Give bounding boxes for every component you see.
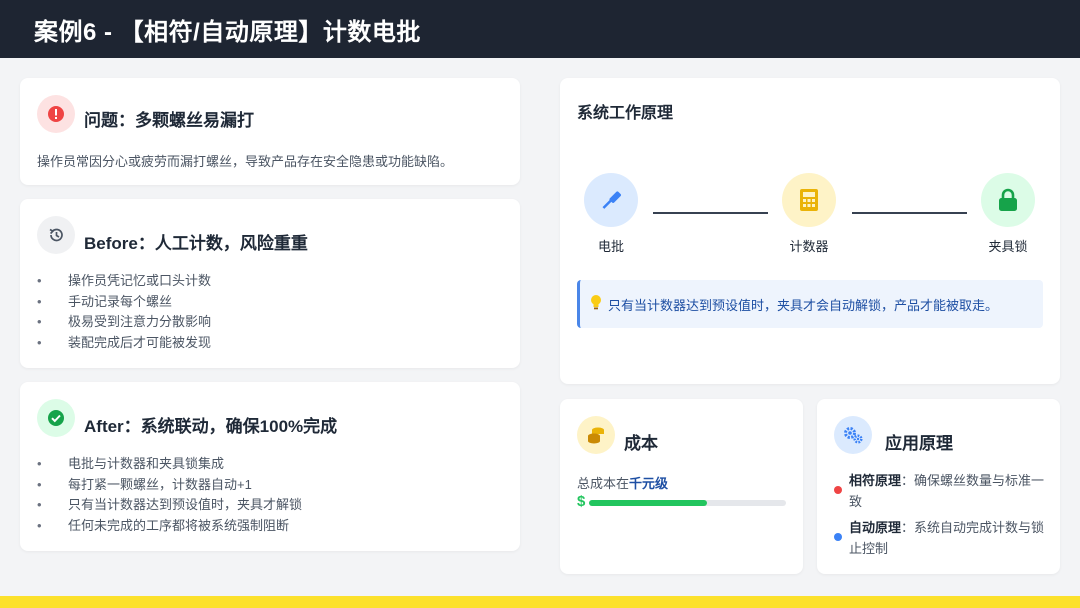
list-item: 手动记录每个螺丝: [37, 292, 211, 313]
list-item: 装配完成后才可能被发现: [37, 333, 211, 354]
coins-icon: [577, 416, 615, 454]
connector-line: [852, 212, 967, 214]
system-note-text: 只有当计数器达到预设值时，夹具才会自动解锁，产品才能被取走。: [608, 297, 999, 313]
after-card: After：系统联动，确保100%完成 电批与计数器和夹具锁集成 每打紧一颗螺丝…: [20, 382, 520, 551]
alert-icon: [37, 95, 75, 133]
header: 案例6 - 【相符/自动原理】计数电批: [0, 0, 1080, 58]
principle-title: 应用原理: [885, 434, 953, 453]
principle-item: 自动原理：系统自动完成计数与锁止控制: [849, 520, 1045, 556]
problem-desc: 操作员常因分心或疲劳而漏打螺丝，导致产品存在安全隐患或功能缺陷。: [37, 154, 454, 169]
cost-progress-bar: [589, 500, 786, 506]
gears-icon: [834, 416, 872, 454]
system-note: 只有当计数器达到预设值时，夹具才会自动解锁，产品才能被取走。: [577, 280, 1043, 328]
principle-item: 相符原理：确保螺丝数量与标准一致: [849, 473, 1045, 509]
cost-text-highlight: 千元级: [629, 476, 669, 491]
lightbulb-icon: [590, 294, 602, 315]
cost-title: 成本: [624, 434, 658, 453]
before-list: 操作员凭记忆或口头计数 手动记录每个螺丝 极易受到注意力分散影响 装配完成后才可…: [37, 271, 211, 353]
check-circle-icon: [37, 399, 75, 437]
problem-title: 问题：多颗螺丝易漏打: [84, 111, 254, 130]
calculator-icon: [782, 173, 836, 227]
cost-card: 成本 总成本在千元级 $: [560, 399, 803, 574]
after-title: After：系统联动，确保100%完成: [84, 417, 338, 436]
list-item: 操作员凭记忆或口头计数: [37, 271, 211, 292]
list-item: 任何未完成的工序都将被系统强制阻断: [37, 516, 302, 537]
page-title: 案例6 - 【相符/自动原理】计数电批: [34, 19, 421, 46]
cost-progress-fill: [589, 500, 708, 506]
lock-icon: [981, 173, 1035, 227]
list-item: 每打紧一颗螺丝，计数器自动+1: [37, 475, 302, 496]
list-item: 极易受到注意力分散影响: [37, 312, 211, 333]
principle-card: 应用原理 相符原理：确保螺丝数量与标准一致 自动原理：系统自动完成计数与锁止控制: [817, 399, 1060, 574]
node-label-counter: 计数器: [789, 239, 829, 254]
history-icon: [37, 216, 75, 254]
connector-line: [653, 212, 768, 214]
cost-text: 总成本在千元级: [577, 473, 668, 492]
bullet-dot-red: [834, 486, 842, 494]
node-label-lock: 夹具锁: [988, 239, 1028, 254]
bullet-dot-blue: [834, 533, 842, 541]
principle-name: 相符原理: [849, 473, 902, 488]
list-item: 电批与计数器和夹具锁集成: [37, 454, 302, 475]
before-card: Before：人工计数，风险重重 操作员凭记忆或口头计数 手动记录每个螺丝 极易…: [20, 199, 520, 368]
before-title: Before：人工计数，风险重重: [84, 234, 308, 253]
bottom-accent-bar: [0, 596, 1080, 608]
screwdriver-icon: [584, 173, 638, 227]
node-label-screwdriver: 电批: [597, 239, 624, 254]
dollar-icon: $: [577, 493, 586, 510]
list-item: 只有当计数器达到预设值时，夹具才解锁: [37, 495, 302, 516]
after-list: 电批与计数器和夹具锁集成 每打紧一颗螺丝，计数器自动+1 只有当计数器达到预设值…: [37, 454, 302, 536]
system-title: 系统工作原理: [577, 105, 674, 122]
problem-card: 问题：多颗螺丝易漏打 操作员常因分心或疲劳而漏打螺丝，导致产品存在安全隐患或功能…: [20, 78, 520, 185]
cost-text-prefix: 总成本在: [577, 476, 630, 491]
system-card: 系统工作原理 电批 计数器 夹具锁 只有当计数器达到预设值时，夹具才会自动解锁，…: [560, 78, 1060, 384]
principle-name: 自动原理: [849, 520, 902, 535]
